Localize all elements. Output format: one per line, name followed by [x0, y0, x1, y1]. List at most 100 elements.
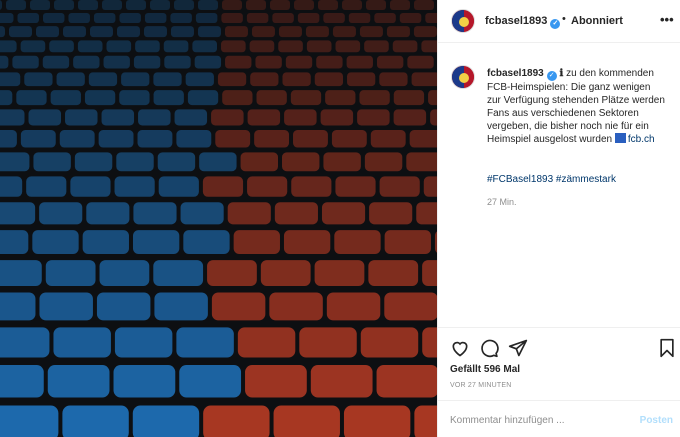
seat	[154, 292, 208, 321]
seat	[359, 26, 383, 38]
seat	[170, 26, 194, 38]
seat	[335, 176, 376, 197]
seat	[68, 13, 90, 23]
like-count[interactable]: Gefällt 596 Mal	[450, 364, 520, 375]
seat	[0, 152, 30, 172]
more-options-icon[interactable]: •••	[660, 12, 674, 27]
seat	[290, 90, 322, 106]
seat	[414, 0, 434, 10]
seat	[245, 364, 307, 398]
seat	[0, 230, 29, 254]
seat	[96, 292, 151, 321]
seat	[65, 109, 98, 126]
seat	[192, 40, 218, 53]
seat	[406, 152, 437, 172]
seat	[135, 40, 160, 53]
seat	[425, 13, 437, 23]
seat	[246, 13, 269, 23]
seat	[78, 0, 98, 10]
seat	[369, 202, 413, 225]
seat	[74, 152, 113, 172]
post-comment-button[interactable]: Posten	[640, 415, 673, 426]
seat	[144, 13, 167, 23]
separator-dot: •	[562, 13, 566, 25]
seat	[323, 13, 345, 23]
seat	[185, 72, 214, 87]
share-icon[interactable]	[508, 338, 528, 358]
seat	[233, 230, 280, 254]
seat	[16, 90, 47, 106]
seat	[0, 26, 5, 38]
seat	[0, 327, 50, 358]
seat	[133, 202, 177, 225]
header-username[interactable]: fcbasel1893 ✓	[485, 15, 561, 29]
caption-avatar[interactable]	[451, 65, 475, 89]
comment-icon[interactable]	[479, 338, 499, 358]
seat	[30, 0, 50, 10]
seat	[98, 130, 134, 148]
seat	[39, 292, 93, 321]
seat	[174, 0, 194, 10]
seat	[163, 40, 189, 53]
seat	[407, 55, 434, 69]
seat	[247, 176, 288, 197]
follow-button[interactable]: Abonniert	[571, 15, 623, 27]
seat	[282, 72, 311, 87]
seat	[28, 109, 62, 126]
seat	[0, 364, 44, 398]
seat	[282, 152, 320, 172]
bookmark-icon[interactable]	[657, 338, 677, 358]
heart-icon[interactable]	[450, 338, 470, 358]
stadium-seats-photo	[0, 0, 437, 437]
seat	[179, 364, 242, 398]
seat	[272, 13, 294, 23]
seat	[320, 109, 354, 126]
seat	[194, 55, 222, 69]
seat	[20, 40, 46, 53]
seat	[0, 130, 17, 148]
seat	[217, 72, 247, 87]
seat	[70, 176, 111, 197]
seat	[430, 109, 437, 126]
seat	[176, 327, 234, 358]
seat	[113, 364, 176, 398]
seat	[0, 292, 36, 321]
seat	[42, 55, 70, 69]
seat	[47, 364, 110, 398]
comment-bar: Kommentar hinzufügen ... Posten	[438, 400, 680, 437]
seat	[116, 152, 154, 172]
seat	[283, 230, 331, 254]
seat	[393, 109, 427, 126]
seat	[62, 405, 129, 437]
seat	[202, 176, 244, 197]
seat	[423, 176, 437, 197]
seat	[284, 109, 317, 126]
seat	[379, 176, 420, 197]
seat	[0, 0, 2, 10]
seat	[342, 0, 362, 10]
seat	[207, 260, 257, 286]
seat	[240, 152, 279, 172]
comment-input[interactable]: Kommentar hinzufügen ...	[450, 415, 565, 426]
seat	[114, 176, 155, 197]
seat	[82, 230, 129, 254]
seat	[414, 405, 437, 437]
caption-username[interactable]: fcbasel1893	[487, 68, 544, 79]
seat	[323, 152, 361, 172]
seat	[416, 202, 437, 225]
seat	[153, 260, 204, 286]
seat	[273, 405, 340, 437]
caption-timestamp: 27 Min.	[487, 197, 517, 207]
seat	[180, 202, 224, 225]
seat	[170, 13, 192, 23]
seat	[86, 202, 130, 225]
caption-hashtags[interactable]: #FCBasel1893 #zämmestark	[487, 174, 616, 185]
caption-link[interactable]: fcb.ch	[628, 134, 655, 145]
seat	[35, 26, 59, 38]
seat	[114, 327, 173, 358]
post-image[interactable]	[0, 0, 437, 437]
seat	[306, 40, 332, 53]
seat	[360, 327, 419, 358]
seat	[119, 90, 150, 106]
avatar[interactable]	[451, 9, 475, 33]
